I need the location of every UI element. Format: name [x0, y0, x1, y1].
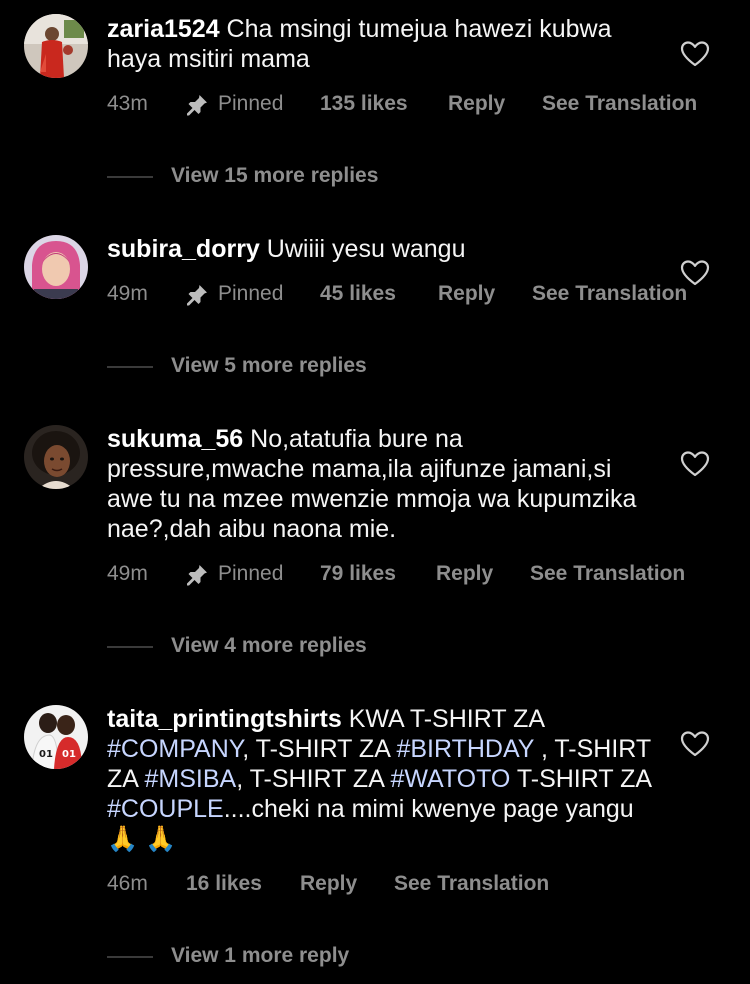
comment-meta: 46m 16 likes Reply See Translation: [107, 869, 727, 899]
user-photo-icon: [24, 425, 88, 489]
avatar[interactable]: [24, 425, 88, 489]
replies-divider: [107, 956, 153, 958]
comment-body-part: , T-SHIRT ZA: [242, 735, 397, 763]
comment-text: subira_dorry Uwiiii yesu wangu: [107, 234, 667, 264]
svg-text:01: 01: [62, 749, 76, 760]
pin-icon: [187, 565, 207, 586]
comment-username[interactable]: sukuma_56: [107, 425, 243, 453]
replies-divider: [107, 176, 153, 178]
reply-button[interactable]: Reply: [448, 89, 505, 119]
user-photo-icon: 01 01: [24, 705, 88, 769]
avatar[interactable]: [24, 235, 88, 299]
user-photo-icon: [24, 14, 88, 78]
heart-outline-icon[interactable]: [680, 730, 710, 758]
view-replies-button[interactable]: View 15 more replies: [107, 161, 507, 191]
hashtag-link[interactable]: #BIRTHDAY: [396, 735, 534, 763]
see-translation-button[interactable]: See Translation: [530, 559, 685, 589]
comment-body-part: T-SHIRT ZA: [510, 765, 651, 793]
comment-text: zaria1524 Cha msingi tumejua hawezi kubw…: [107, 14, 667, 74]
hashtag-link[interactable]: #COMPANY: [107, 735, 242, 763]
comment-meta: 49m Pinned 45 likes Reply See Translatio…: [107, 279, 727, 309]
avatar[interactable]: [24, 14, 88, 78]
view-replies-label: View 15 more replies: [171, 164, 379, 187]
view-replies-label: View 1 more reply: [171, 944, 350, 967]
likes-count[interactable]: 135 likes: [320, 89, 408, 119]
pin-icon: [187, 285, 207, 306]
comment-time: 46m: [107, 872, 148, 895]
replies-divider: [107, 366, 153, 368]
comment-text: sukuma_56 No,atatufia bure na pressure,m…: [107, 424, 647, 544]
view-replies-button[interactable]: View 1 more reply: [107, 941, 507, 971]
comment-time: 49m: [107, 282, 148, 305]
view-replies-button[interactable]: View 4 more replies: [107, 631, 507, 661]
comment-meta: 49m Pinned 79 likes Reply See Translatio…: [107, 559, 727, 589]
reply-button[interactable]: Reply: [436, 559, 493, 589]
see-translation-button[interactable]: See Translation: [542, 89, 697, 119]
comment-body-part: KWA T-SHIRT ZA: [341, 705, 544, 733]
avatar[interactable]: 01 01: [24, 705, 88, 769]
comment-body: Uwiiii yesu wangu: [259, 235, 466, 263]
comment-time: 43m: [107, 92, 148, 115]
emoji: 🙏 🙏: [107, 825, 177, 853]
user-photo-icon: [24, 235, 88, 299]
heart-outline-icon[interactable]: [680, 40, 710, 68]
hashtag-link[interactable]: #COUPLE: [107, 795, 224, 823]
pinned-label: Pinned: [218, 92, 284, 115]
comment-username[interactable]: zaria1524: [107, 15, 220, 43]
likes-count[interactable]: 79 likes: [320, 559, 396, 589]
reply-button[interactable]: Reply: [438, 279, 495, 309]
view-replies-button[interactable]: View 5 more replies: [107, 351, 507, 381]
comment-meta: 43m Pinned 135 likes Reply See Translati…: [107, 89, 727, 119]
view-replies-label: View 5 more replies: [171, 354, 367, 377]
comment-text: taita_printingtshirts KWA T-SHIRT ZA #CO…: [107, 704, 652, 854]
see-translation-button[interactable]: See Translation: [394, 869, 549, 899]
replies-divider: [107, 646, 153, 648]
comment-username[interactable]: taita_printingtshirts: [107, 705, 342, 733]
pinned-label: Pinned: [218, 562, 284, 585]
heart-outline-icon[interactable]: [680, 450, 710, 478]
hashtag-link[interactable]: #WATOTO: [390, 765, 510, 793]
view-replies-label: View 4 more replies: [171, 634, 367, 657]
comment-time: 49m: [107, 562, 148, 585]
pinned-label: Pinned: [218, 282, 284, 305]
comment-body-part: ....cheki na mimi kwenye page yangu: [223, 795, 634, 823]
reply-button[interactable]: Reply: [300, 869, 357, 899]
see-translation-button[interactable]: See Translation: [532, 279, 687, 309]
comment-username[interactable]: subira_dorry: [107, 235, 260, 263]
svg-text:01: 01: [39, 749, 53, 760]
likes-count[interactable]: 45 likes: [320, 279, 396, 309]
pin-icon: [187, 95, 207, 116]
likes-count[interactable]: 16 likes: [186, 869, 262, 899]
hashtag-link[interactable]: #MSIBA: [145, 765, 237, 793]
comment-body-part: , T-SHIRT ZA: [236, 765, 391, 793]
